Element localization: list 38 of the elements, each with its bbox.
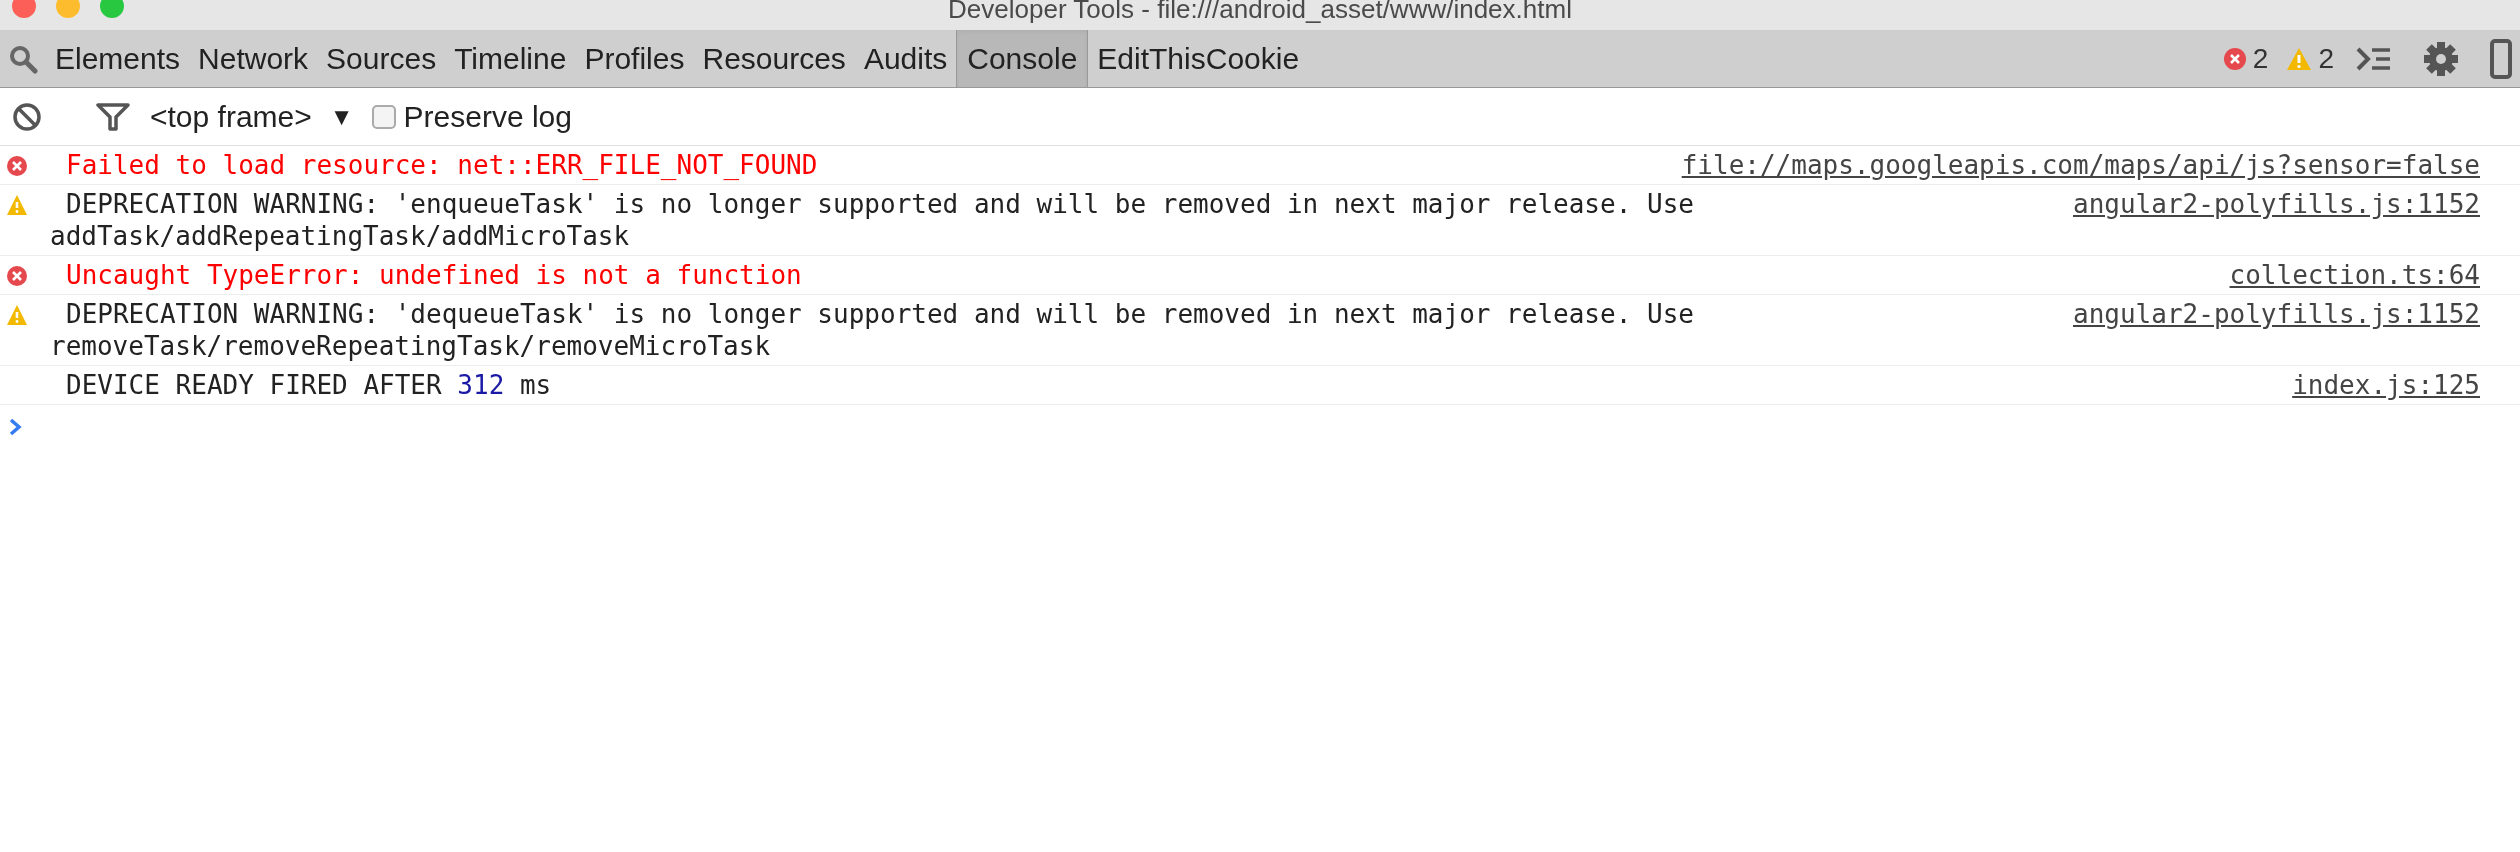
- error-icon: [6, 265, 28, 287]
- warning-icon: [6, 304, 28, 326]
- panel-tab[interactable]: Audits: [854, 30, 957, 87]
- log-message: DEPRECATION WARNING: 'enqueueTask' is no longer supported and will be removed in next major release. Use addTask/addRepeatingTask/addMicroTask: [49, 188, 1695, 252]
- preserve-log-label: Preserve log: [403, 99, 572, 135]
- log-message: DEVICE READY FIRED AFTER 312 ms: [65, 369, 553, 401]
- warning-count: 2: [2318, 41, 2334, 76]
- panel-tab[interactable]: Sources: [317, 30, 446, 87]
- dropdown-arrow[interactable]: ▼: [329, 98, 354, 135]
- clear-console-icon[interactable]: [12, 101, 42, 132]
- prompt-chevron-icon[interactable]: [8, 417, 24, 437]
- panel-tab[interactable]: Network: [189, 30, 318, 87]
- panel-tab[interactable]: Console: [956, 30, 1089, 87]
- close-light-icon[interactable]: [12, 0, 36, 18]
- panel-tab[interactable]: Timeline: [445, 30, 576, 87]
- source-link[interactable]: angular2-polyfills.js:1152: [2073, 188, 2480, 220]
- error-icon[interactable]: [2222, 46, 2247, 71]
- panel-tab[interactable]: Resources: [693, 30, 855, 87]
- log-message: Failed to load resource: net::ERR_FILE_NOT_FOUND: [65, 149, 819, 181]
- window-title: Developer Tools - file:///android_asset/www/index.html: [948, 0, 1572, 24]
- source-link[interactable]: file://maps.googleapis.com/maps/api/js?sensor=false: [1681, 149, 2480, 181]
- error-icon: [6, 155, 28, 177]
- panel-tab[interactable]: EditThisCookie: [1088, 30, 1309, 87]
- preserve-log-checkbox[interactable]: [371, 104, 396, 129]
- panel-tab[interactable]: Elements: [46, 30, 190, 87]
- settings-icon[interactable]: [2422, 39, 2460, 78]
- console-drawer-icon[interactable]: [2356, 45, 2392, 72]
- search-icon[interactable]: [8, 43, 38, 74]
- filter-icon[interactable]: [96, 101, 130, 132]
- source-link[interactable]: angular2-polyfills.js:1152: [2073, 298, 2480, 330]
- error-count: 2: [2252, 41, 2269, 76]
- frame-selector[interactable]: <top frame>: [150, 94, 312, 139]
- source-link[interactable]: collection.ts:64: [2229, 259, 2480, 291]
- warning-icon: [6, 194, 28, 216]
- panel-tab[interactable]: Profiles: [575, 30, 694, 87]
- log-message: Uncaught TypeError: undefined is not a function: [65, 259, 803, 291]
- source-link[interactable]: index.js:125: [2292, 369, 2480, 401]
- device-icon[interactable]: [2490, 38, 2512, 79]
